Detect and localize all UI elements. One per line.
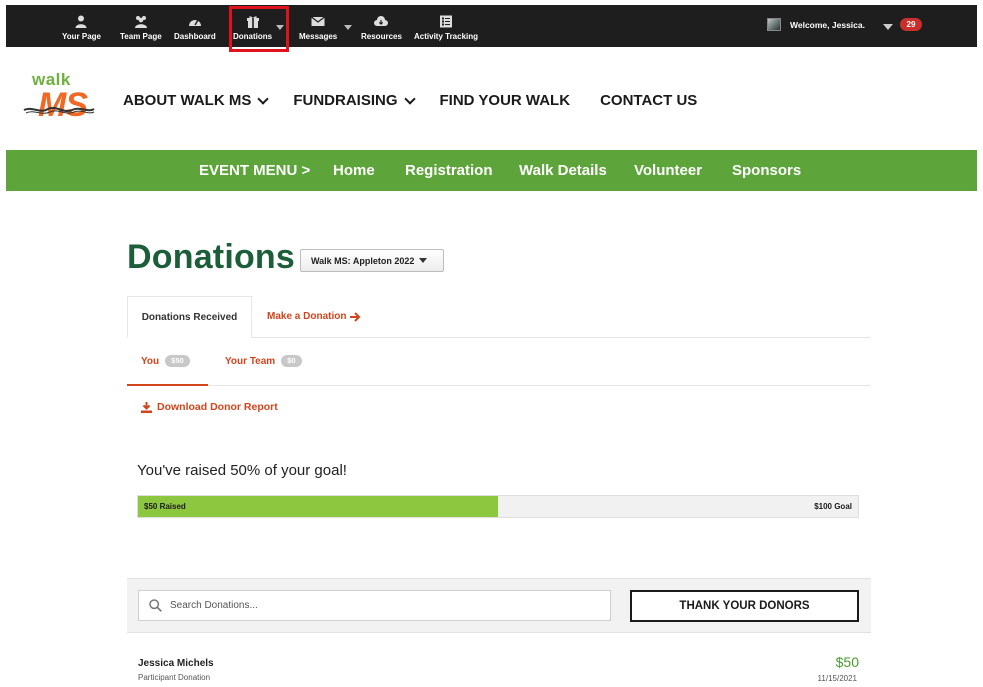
nav-about-walk-ms[interactable]: ABOUT WALK MS bbox=[123, 92, 269, 109]
user-menu-caret-icon[interactable] bbox=[883, 24, 893, 30]
checklist-icon bbox=[439, 15, 453, 28]
event-nav-home[interactable]: Home bbox=[333, 150, 375, 191]
event-nav-registration[interactable]: Registration bbox=[405, 150, 493, 191]
nav-fundraising[interactable]: FUNDRAISING bbox=[293, 92, 416, 109]
event-nav-sponsors[interactable]: Sponsors bbox=[732, 150, 801, 191]
download-label: Download Donor Report bbox=[157, 401, 278, 413]
goal-progress-bar: $50 Raised $100 Goal bbox=[137, 495, 859, 518]
search-icon bbox=[149, 599, 162, 612]
search-input[interactable] bbox=[170, 600, 590, 611]
nav-label: ABOUT WALK MS bbox=[123, 92, 252, 109]
progress-fill bbox=[138, 496, 498, 517]
toolbar-label: Resources bbox=[361, 32, 402, 41]
donor-name: Jessica Michels bbox=[138, 658, 214, 669]
goal-message: You've raised 50% of your goal! bbox=[137, 462, 347, 479]
toolbar-activity-tracking[interactable]: Activity Tracking bbox=[414, 5, 478, 47]
event-menu-bar: EVENT MENU > Home Registration Walk Deta… bbox=[6, 150, 977, 191]
event-menu-toggle[interactable]: EVENT MENU > bbox=[199, 150, 310, 191]
nav-label: FUNDRAISING bbox=[293, 92, 398, 109]
subtab-label: You bbox=[141, 355, 160, 367]
download-donor-report-link[interactable]: Download Donor Report bbox=[141, 401, 278, 413]
toolbar-label: Messages bbox=[299, 32, 338, 41]
amount-pill: $0 bbox=[281, 355, 302, 367]
envelope-icon bbox=[311, 15, 325, 28]
subtab-divider bbox=[127, 385, 871, 386]
arrow-right-icon bbox=[350, 311, 361, 322]
toolbar-messages[interactable]: Messages bbox=[299, 5, 337, 47]
nav-find-your-walk[interactable]: FIND YOUR WALK bbox=[440, 92, 571, 109]
nav-label: FIND YOUR WALK bbox=[439, 92, 571, 109]
toolbar-dashboard[interactable]: Dashboard bbox=[174, 5, 216, 47]
tab-donations-received[interactable]: Donations Received bbox=[127, 296, 252, 338]
toolbar-resources[interactable]: Resources bbox=[361, 5, 402, 47]
toolbar-your-page[interactable]: Your Page bbox=[62, 5, 101, 47]
toolbar-label: Team Page bbox=[120, 32, 162, 41]
donor-type: Participant Donation bbox=[138, 673, 211, 682]
logo-footprints-icon bbox=[23, 107, 95, 114]
toolbar-label: Activity Tracking bbox=[414, 32, 479, 41]
search-box[interactable] bbox=[138, 590, 611, 621]
raised-label: $50 Raised bbox=[144, 502, 186, 511]
event-nav-walk-details[interactable]: Walk Details bbox=[519, 150, 607, 191]
event-select-value: Walk MS: Appleton 2022 bbox=[311, 255, 415, 266]
user-menu[interactable]: Welcome, Jessica. bbox=[767, 18, 865, 31]
team-icon bbox=[134, 15, 148, 28]
donations-highlight-box bbox=[229, 6, 289, 52]
chevron-down-icon bbox=[257, 92, 269, 105]
subtab-your-team[interactable]: Your Team $0 bbox=[225, 355, 302, 367]
tab-label: Make a Donation bbox=[267, 311, 347, 322]
toolbar-label: Your Page bbox=[62, 32, 101, 41]
toolbar-label: Dashboard bbox=[174, 32, 216, 41]
subtab-you[interactable]: You $50 bbox=[141, 355, 190, 367]
main-nav: ABOUT WALK MS FUNDRAISING FIND YOUR WALK… bbox=[123, 92, 697, 109]
event-select-dropdown[interactable]: Walk MS: Appleton 2022 bbox=[300, 249, 444, 272]
messages-dropdown-caret-icon[interactable] bbox=[344, 25, 352, 30]
toolbar-team-page[interactable]: Team Page bbox=[120, 5, 162, 47]
amount-pill: $50 bbox=[165, 355, 190, 367]
welcome-text: Welcome, Jessica. bbox=[790, 19, 865, 30]
thank-your-donors-button[interactable]: THANK YOUR DONORS bbox=[630, 590, 859, 622]
goal-label: $100 Goal bbox=[814, 502, 852, 511]
cloud-icon bbox=[374, 15, 389, 28]
chevron-down-icon bbox=[403, 92, 416, 105]
subtab-label: Your Team bbox=[225, 355, 276, 367]
nav-label: CONTACT US bbox=[600, 92, 698, 109]
dashboard-icon bbox=[188, 15, 202, 28]
user-icon bbox=[74, 15, 88, 28]
caret-down-icon bbox=[419, 258, 428, 263]
nav-contact-us[interactable]: CONTACT US bbox=[600, 92, 697, 109]
donor-amount: $50 bbox=[835, 654, 859, 670]
tab-label: Donations Received bbox=[141, 311, 238, 323]
tab-make-a-donation[interactable]: Make a Donation bbox=[267, 311, 361, 322]
event-nav-volunteer[interactable]: Volunteer bbox=[634, 150, 702, 191]
donor-date: 11/15/2021 bbox=[817, 674, 857, 683]
download-icon bbox=[141, 401, 152, 413]
page-title: Donations bbox=[127, 238, 296, 276]
avatar bbox=[767, 18, 781, 31]
subtab-active-indicator bbox=[127, 384, 208, 386]
notification-badge[interactable]: 29 bbox=[900, 18, 922, 31]
walk-ms-logo[interactable]: walk MS bbox=[20, 70, 98, 132]
